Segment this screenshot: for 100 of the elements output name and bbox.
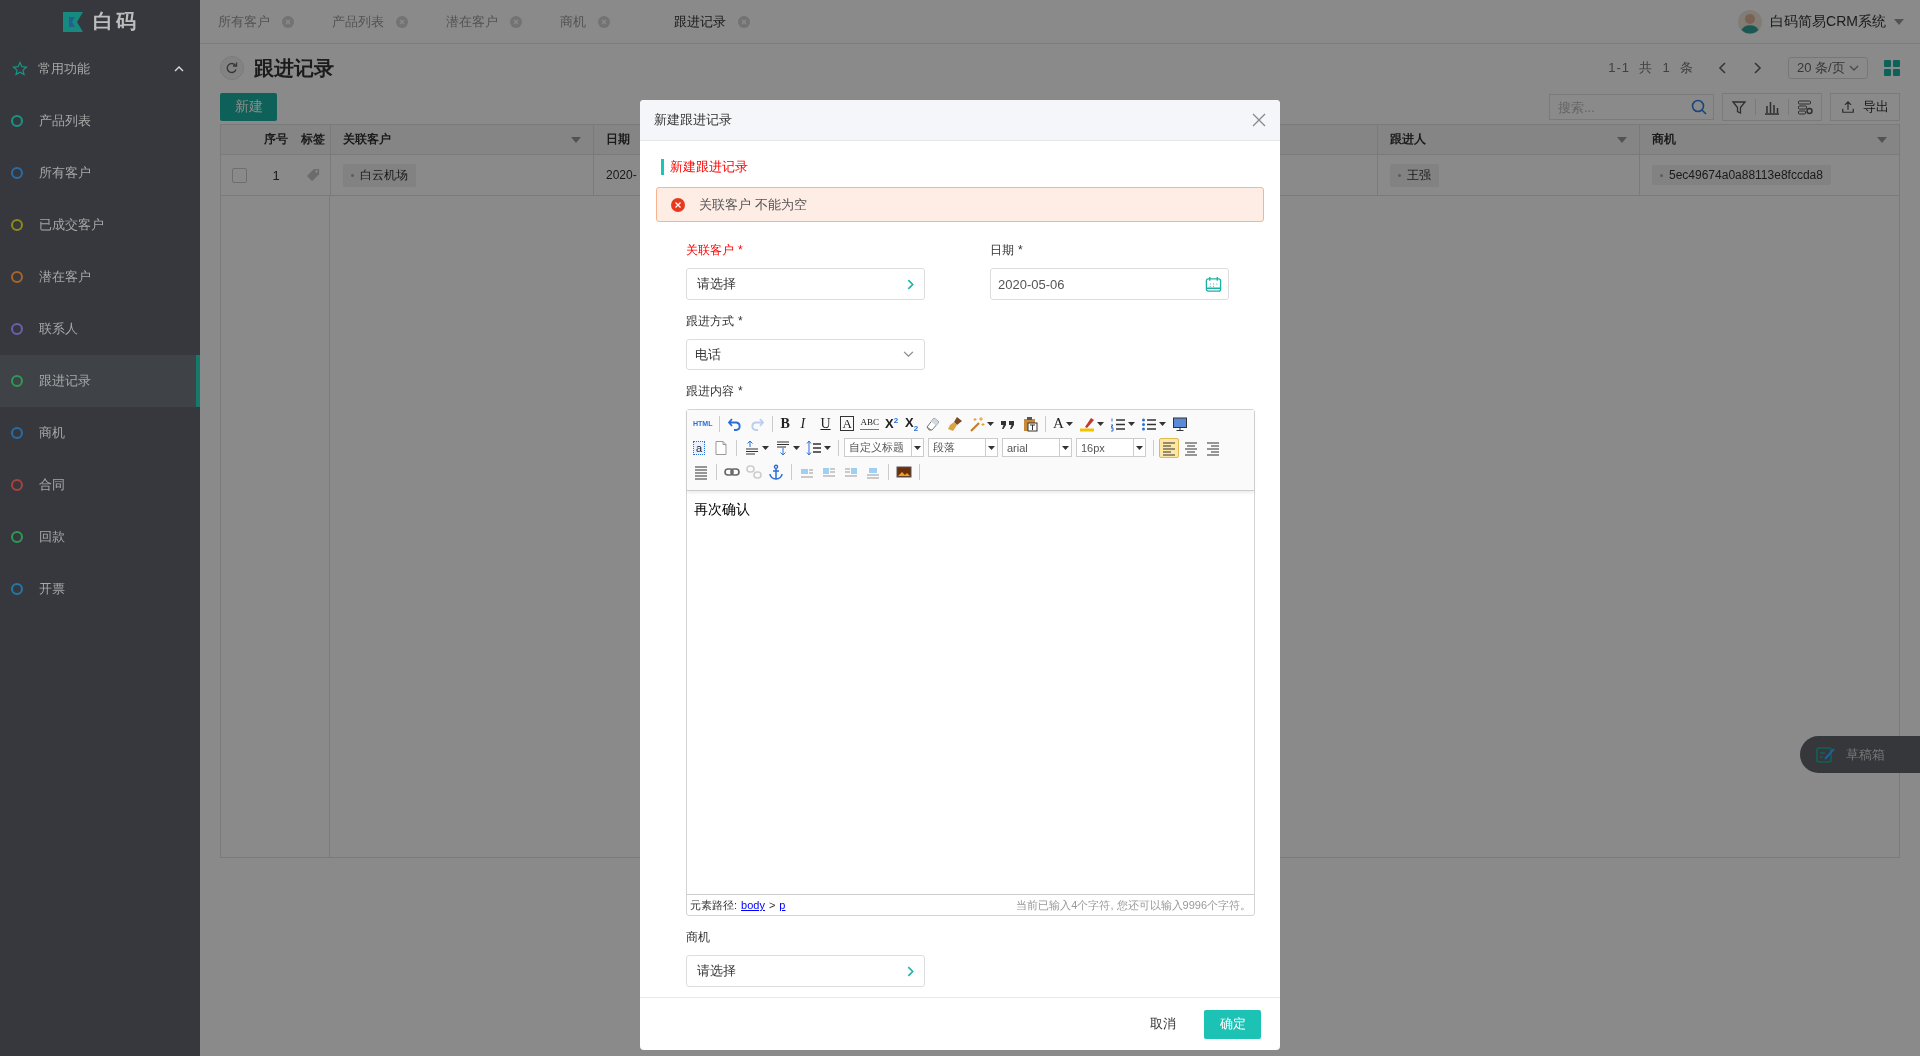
monitor-icon	[1171, 415, 1188, 432]
menu-group[interactable]: 常用功能	[0, 43, 200, 95]
editor-area[interactable]: 再次确认	[687, 491, 1254, 894]
path-separator: >	[768, 899, 776, 911]
picker-field[interactable]: 请选择	[686, 268, 925, 300]
user-name[interactable]: 白码简易CRM系统	[1770, 12, 1886, 31]
menu-item[interactable]: 回款	[0, 511, 200, 563]
owner-tag[interactable]: 王强	[1390, 163, 1439, 187]
menu-item[interactable]: 商机	[0, 407, 200, 459]
menu-item[interactable]: 潜在客户	[0, 251, 200, 303]
highlighter-icon	[1078, 415, 1095, 432]
menu-item[interactable]: 合同	[0, 459, 200, 511]
wand-icon	[968, 415, 985, 432]
toolbar-select[interactable]: arial	[1002, 438, 1072, 457]
anchor-icon	[768, 463, 784, 480]
note-edit-icon	[1816, 745, 1836, 764]
menu-item[interactable]: 所有客户	[0, 147, 200, 199]
column-header[interactable]: 跟进人	[1377, 125, 1639, 155]
editor-text: 再次确认	[694, 501, 751, 519]
menu-item[interactable]: 联系人	[0, 303, 200, 355]
line-height-icon	[806, 439, 822, 456]
error-message: 关联客户 不能为空	[699, 195, 807, 214]
caret-icon	[824, 445, 831, 450]
menu-item[interactable]: 开票	[0, 563, 200, 615]
bold-button[interactable]: B	[778, 413, 797, 434]
script-button[interactable]: X$_{2}$	[902, 413, 921, 434]
align-left-icon	[1161, 439, 1177, 456]
sort-caret-icon[interactable]	[571, 136, 581, 143]
toolbar-select[interactable]: 16px	[1076, 438, 1146, 457]
chevron-down-icon	[903, 351, 914, 358]
caret-icon[interactable]	[1894, 18, 1904, 25]
chevron-down-icon	[1849, 65, 1859, 71]
menu-item[interactable]: 已成交客户	[0, 199, 200, 251]
column-header[interactable]: 关联客户	[330, 125, 593, 155]
image-icon	[896, 463, 912, 480]
settings-icon[interactable]	[1797, 99, 1813, 115]
brand-name: 白码	[93, 9, 139, 34]
page-title: 跟进记录	[254, 55, 334, 81]
menu-item[interactable]: 跟进记录	[0, 355, 200, 407]
brush-icon	[946, 415, 963, 432]
clipboard-icon	[1021, 415, 1038, 432]
column-header: 序号	[257, 125, 295, 155]
calendar-icon[interactable]	[1205, 275, 1222, 293]
script-button[interactable]: X$^{2}$	[882, 413, 901, 434]
export-button[interactable]: 导出	[1830, 93, 1900, 121]
align-right-icon	[1205, 439, 1221, 456]
caret-icon	[988, 445, 995, 450]
path-link[interactable]: p	[779, 899, 786, 911]
grid-view-icon[interactable]	[1884, 60, 1900, 76]
justify-icon	[693, 463, 709, 480]
caret-icon	[1136, 445, 1143, 450]
filter-icon[interactable]	[1731, 99, 1747, 115]
search-icon[interactable]	[1691, 99, 1707, 115]
sort-caret-icon[interactable]	[1877, 136, 1887, 143]
space-below-icon	[775, 439, 791, 456]
toolbar-select[interactable]: 段落	[928, 438, 998, 457]
unlink-icon	[746, 463, 762, 480]
italic-button[interactable]: I	[798, 413, 817, 434]
bar-chart-icon[interactable]	[1764, 99, 1780, 115]
draft-box-button[interactable]: 草稿箱	[1800, 736, 1920, 773]
strikethrough-button[interactable]: ABC	[858, 413, 881, 434]
opportunity-tag[interactable]: 5ec49674a0a88113e8fccda8	[1652, 165, 1831, 185]
underline-button[interactable]: U	[818, 413, 837, 434]
field-label: 商机	[686, 929, 711, 945]
caret-icon	[1062, 445, 1069, 450]
tab[interactable]: 跟进记录	[674, 12, 788, 31]
menu-item[interactable]: 产品列表	[0, 95, 200, 147]
cancel-button[interactable]: 取消	[1142, 1011, 1184, 1037]
method-select[interactable]: 电话	[686, 339, 925, 370]
column-header[interactable]: 商机	[1639, 125, 1899, 155]
row-checkbox[interactable]	[231, 167, 247, 183]
page-size-select[interactable]: 20 条/页	[1788, 57, 1868, 79]
pagination-info: 1-1 共 1 条	[1608, 59, 1694, 77]
avatar-icon[interactable]	[1738, 9, 1763, 34]
character-counter: 当前已输入4个字符, 您还可以输入9996个字符。	[1016, 897, 1251, 913]
sort-caret-icon[interactable]	[1617, 136, 1627, 143]
close-icon[interactable]	[1252, 113, 1266, 127]
refresh-icon[interactable]	[220, 56, 244, 80]
caret-icon	[1096, 421, 1104, 426]
element-path-label: 元素路径:	[690, 897, 738, 913]
boxed-letter-button[interactable]: A	[838, 413, 857, 434]
path-link[interactable]: body	[741, 899, 765, 911]
star-icon	[12, 61, 28, 77]
customer-tag[interactable]: 白云机场	[343, 163, 416, 187]
table-cell: 2020-	[606, 168, 637, 182]
field-label: 关联客户 *	[686, 242, 744, 258]
align-center-icon	[1183, 439, 1199, 456]
toolbar-select[interactable]: 自定义标题	[844, 438, 924, 457]
table-cell: 1	[257, 155, 295, 196]
tag-icon[interactable]	[305, 168, 320, 182]
section-title: 新建跟进记录	[661, 159, 1264, 175]
next-page-icon[interactable]	[1754, 62, 1762, 74]
picker-field[interactable]: 请选择	[686, 955, 925, 987]
date-field[interactable]: 2020-05-06	[990, 268, 1229, 300]
dialog-title: 新建跟进记录	[654, 111, 732, 129]
blank-page-icon	[713, 439, 729, 456]
previous-page-icon[interactable]	[1718, 62, 1726, 74]
font-color-button[interactable]: A	[1050, 413, 1075, 434]
upload-icon	[1841, 100, 1855, 114]
eraser-icon	[924, 415, 941, 432]
